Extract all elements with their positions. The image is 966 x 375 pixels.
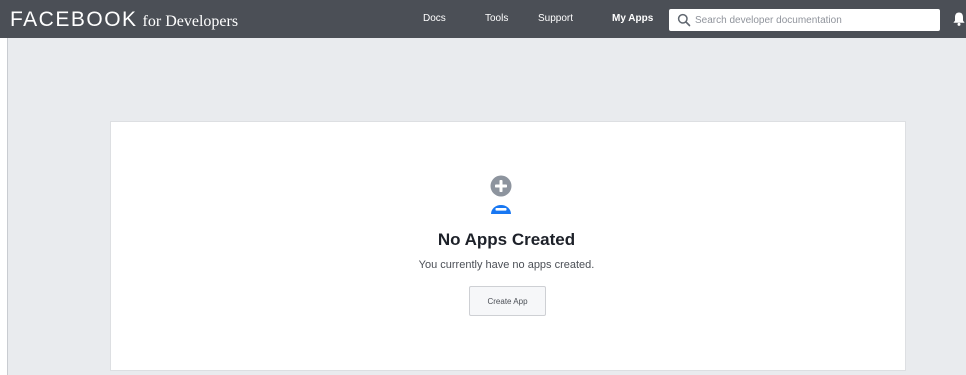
top-navigation-bar: FACEBOOK for Developers Docs Tools Suppor… [0,0,966,38]
search-box[interactable] [669,9,940,31]
empty-state-message: You currently have no apps created. [418,259,595,271]
nav-support-link[interactable]: Support [538,12,573,26]
nav-docs-link[interactable]: Docs [423,12,446,26]
add-app-icon [490,175,512,214]
brand-name: FACEBOOK [10,8,138,31]
empty-state-title: No Apps Created [437,230,576,249]
window-left-edge [0,0,8,375]
search-icon [677,13,691,27]
nav-tools-link[interactable]: Tools [485,12,508,26]
facebook-for-developers-logo[interactable]: FACEBOOK for Developers [10,9,238,33]
create-app-button[interactable]: Create App [469,286,546,316]
search-input[interactable] [695,9,935,31]
bell-icon[interactable] [952,11,966,27]
brand-subtitle: for Developers [142,13,239,30]
nav-my-apps-link[interactable]: My Apps [612,12,653,26]
